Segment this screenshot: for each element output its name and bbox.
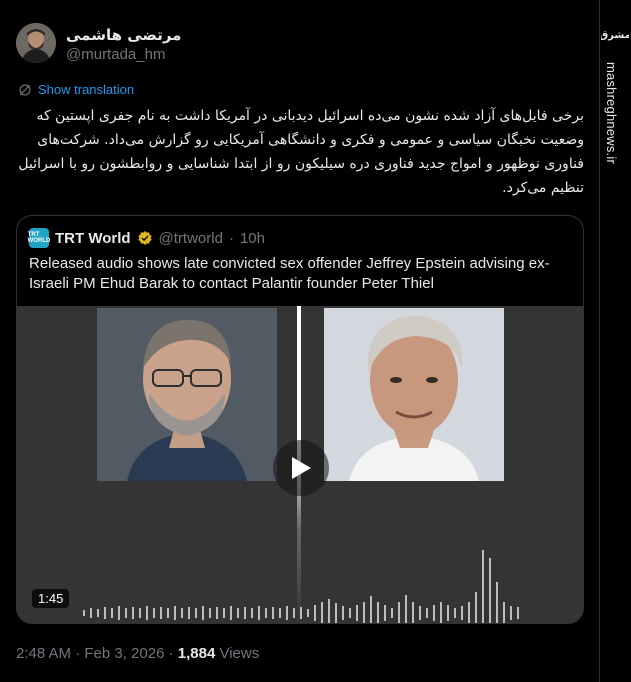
meta-separator: · bbox=[228, 229, 234, 247]
video-player[interactable]: 1:45 bbox=[17, 306, 583, 623]
quoted-author-handle[interactable]: @trtworld bbox=[159, 230, 223, 247]
avatar[interactable] bbox=[16, 23, 56, 63]
video-duration: 1:45 bbox=[32, 589, 70, 608]
show-translation-label: Show translation bbox=[38, 82, 135, 97]
views-label: Views bbox=[215, 645, 260, 662]
play-icon bbox=[292, 457, 311, 479]
quoted-tweet[interactable]: TRT WORLD TRT World @trtworld · 10h Rele… bbox=[16, 215, 584, 624]
translate-icon bbox=[19, 83, 31, 96]
quoted-tweet-time[interactable]: 10h bbox=[240, 230, 265, 247]
trt-world-avatar[interactable]: TRT WORLD bbox=[28, 228, 50, 248]
svg-text:مشرق: مشرق bbox=[601, 30, 629, 41]
watermark-strip: مشرق mashreghnews.ir bbox=[600, 0, 631, 682]
play-button[interactable] bbox=[273, 440, 329, 496]
verified-badge-icon bbox=[137, 231, 152, 245]
tweet-text: برخی فایل‌های آزاد شده نشون می‌ده اسرائی… bbox=[18, 108, 584, 196]
tweet-footer: 2:48 AM · Feb 3, 2026 · 1,884 Views bbox=[16, 645, 259, 662]
avatar-image bbox=[16, 23, 56, 63]
show-translation-link[interactable]: Show translation bbox=[18, 82, 134, 97]
watermark-domain: mashreghnews.ir bbox=[604, 62, 619, 164]
quoted-tweet-text: Released audio shows late convicted sex … bbox=[29, 255, 550, 292]
quoted-author-name[interactable]: TRT World bbox=[55, 230, 131, 247]
tweet: مرتضی هاشمی @murtada_hm Show translation… bbox=[0, 0, 600, 682]
author-display-name[interactable]: مرتضی هاشمی bbox=[66, 26, 181, 44]
mashregh-logo: مشرق bbox=[601, 30, 629, 41]
quoted-tweet-header: TRT WORLD TRT World @trtworld · 10h bbox=[28, 228, 265, 248]
author-handle[interactable]: @murtada_hm bbox=[66, 46, 165, 63]
views-count: 1,884 bbox=[177, 645, 216, 662]
tweet-timestamp[interactable]: 2:48 AM · Feb 3, 2026 · bbox=[16, 645, 178, 662]
